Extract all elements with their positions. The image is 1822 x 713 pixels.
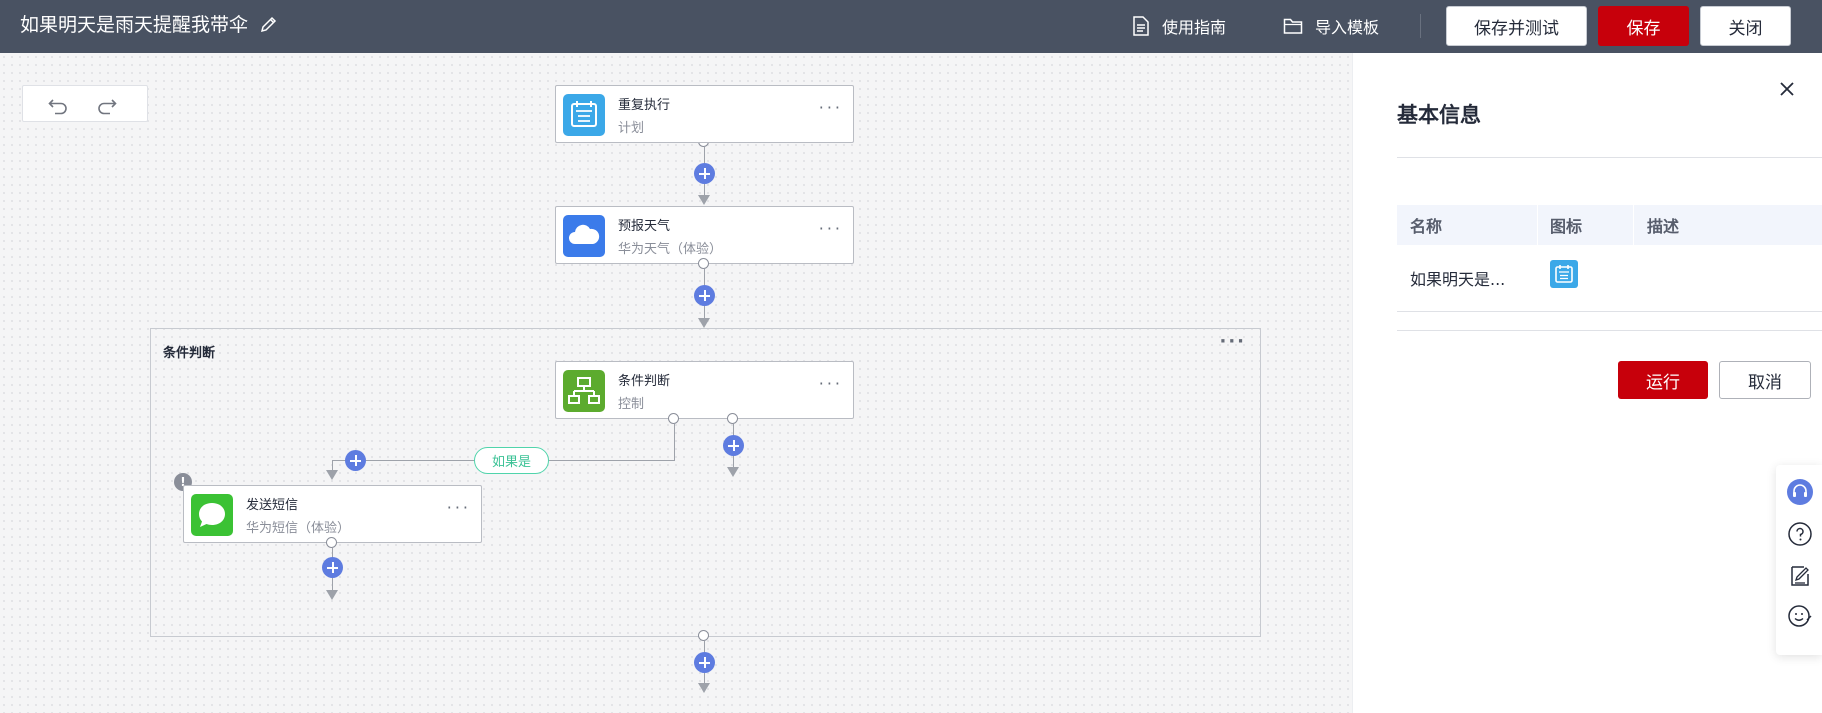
document-icon <box>1133 16 1149 36</box>
divider <box>1397 330 1822 331</box>
divider <box>1397 311 1822 312</box>
add-step-button[interactable] <box>723 435 744 456</box>
smile-icon[interactable] <box>1787 603 1813 629</box>
connector-arrow <box>326 470 338 480</box>
node-title: 重复执行 <box>618 98 671 113</box>
connector-arrow <box>326 590 338 600</box>
side-toolbar <box>1776 465 1822 655</box>
calendar-icon <box>563 94 605 136</box>
undo-redo-toolbar <box>22 85 148 122</box>
divider <box>1397 157 1822 158</box>
node-condition[interactable]: 条件判断 控制 ··· <box>555 361 854 419</box>
folder-icon <box>1283 18 1303 34</box>
cloud-icon <box>563 215 605 257</box>
column-header-name: 名称 <box>1410 217 1443 236</box>
column-header-icon: 图标 <box>1550 217 1583 236</box>
top-bar: 如果明天是雨天提醒我带伞 使用指南 导入模板 保存并测试 保存 关闭 <box>0 0 1822 53</box>
connector-line <box>674 424 675 461</box>
import-label: 导入模板 <box>1315 18 1380 37</box>
connector-arrow <box>698 318 710 328</box>
output-port[interactable] <box>698 630 709 641</box>
node-subtitle: 华为短信（体验） <box>246 521 351 536</box>
more-options-icon[interactable]: ··· <box>819 374 843 393</box>
column-divider <box>1633 205 1634 245</box>
output-port[interactable] <box>698 258 709 269</box>
help-icon[interactable] <box>1787 521 1813 547</box>
connector-arrow <box>727 467 739 477</box>
panel-title: 基本信息 <box>1397 103 1481 127</box>
guide-link[interactable]: 使用指南 <box>1132 14 1226 38</box>
flowchart-icon <box>563 370 605 412</box>
import-template-link[interactable]: 导入模板 <box>1283 14 1379 38</box>
connector-arrow <box>698 195 710 205</box>
add-step-button[interactable] <box>322 557 343 578</box>
column-header-description: 描述 <box>1647 217 1680 236</box>
run-button[interactable]: 运行 <box>1618 361 1708 399</box>
add-step-button[interactable] <box>694 163 715 184</box>
node-repeat[interactable]: 重复执行 计划 ··· <box>555 85 854 143</box>
undo-icon[interactable] <box>47 94 69 116</box>
redo-icon[interactable] <box>96 94 118 116</box>
column-divider <box>1537 205 1538 245</box>
table-header <box>1397 205 1822 245</box>
more-options-icon[interactable]: ··· <box>447 498 471 517</box>
message-icon <box>191 494 233 536</box>
node-title: 条件判断 <box>618 374 671 389</box>
output-port[interactable] <box>326 537 337 548</box>
more-options-icon[interactable]: ··· <box>819 219 843 238</box>
node-title: 发送短信 <box>246 498 299 513</box>
feedback-icon[interactable] <box>1787 563 1813 589</box>
headset-icon[interactable] <box>1787 479 1813 505</box>
add-step-button[interactable] <box>694 285 715 306</box>
add-step-button[interactable] <box>694 652 715 673</box>
cancel-button[interactable]: 取消 <box>1719 361 1811 399</box>
group-title: 条件判断 <box>163 346 216 361</box>
guide-label: 使用指南 <box>1162 18 1227 37</box>
node-title: 预报天气 <box>618 219 671 234</box>
connector-line <box>332 460 333 470</box>
connector-arrow <box>698 683 710 693</box>
branch-port[interactable] <box>668 413 679 424</box>
else-port[interactable] <box>727 413 738 424</box>
node-subtitle: 华为天气（体验） <box>618 242 723 257</box>
edit-icon[interactable] <box>259 14 279 34</box>
flow-name-cell: 如果明天是... <box>1410 270 1506 289</box>
flow-title: 如果明天是雨天提醒我带伞 <box>20 14 249 36</box>
node-weather[interactable]: 预报天气 华为天气（体验） ··· <box>555 206 854 264</box>
branch-label-if-yes[interactable]: 如果是 <box>474 447 549 474</box>
node-subtitle: 控制 <box>618 397 645 412</box>
add-step-button[interactable] <box>345 450 366 471</box>
node-send-sms[interactable]: 发送短信 华为短信（体验） ··· <box>183 485 482 543</box>
divider <box>1420 14 1421 38</box>
more-options-icon[interactable]: ··· <box>819 98 843 117</box>
close-button[interactable]: 关闭 <box>1700 6 1791 46</box>
save-and-test-button[interactable]: 保存并测试 <box>1446 6 1587 46</box>
more-options-icon[interactable]: ··· <box>1219 331 1246 352</box>
basic-info-panel: 基本信息 名称 图标 描述 如果明天是... 运行 取消 <box>1352 53 1822 713</box>
calendar-icon <box>1550 260 1578 288</box>
save-button[interactable]: 保存 <box>1598 6 1689 46</box>
close-icon[interactable] <box>1778 80 1796 98</box>
node-subtitle: 计划 <box>618 121 645 136</box>
